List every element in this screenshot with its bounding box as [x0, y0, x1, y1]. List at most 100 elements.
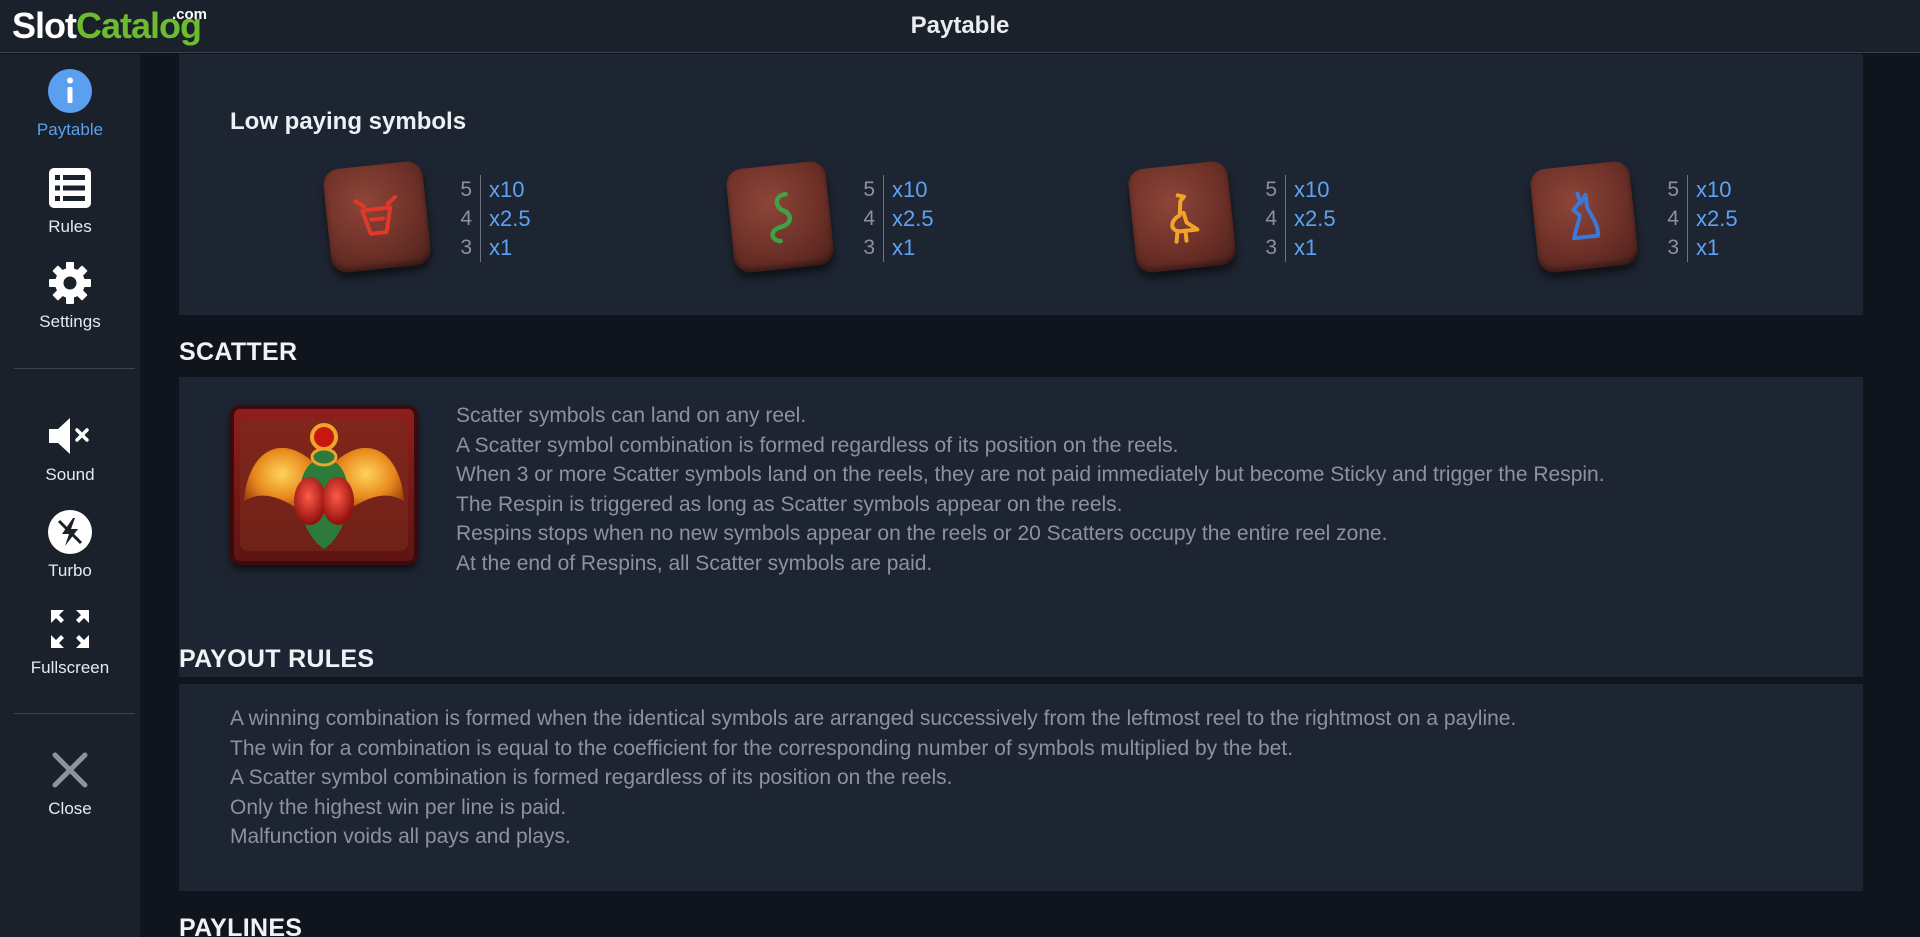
symbol-count: 5 — [460, 177, 472, 201]
symbol-paytable-entry: 5 x10 4 x2.5 3 x1 — [321, 160, 747, 275]
pay-multiplier: x2.5 — [892, 205, 934, 231]
fullscreen-icon — [47, 606, 93, 652]
pay-table: 5 x10 4 x2.5 3 x1 — [452, 175, 572, 262]
symbol-count: 5 — [863, 177, 875, 201]
pay-row: 5 x10 — [855, 175, 975, 204]
pay-row: 5 x10 — [1659, 175, 1779, 204]
scatter-text-line: Respins stops when no new symbols appear… — [456, 522, 1388, 545]
payout-rule-line: Only the highest win per line is paid. — [230, 795, 567, 819]
pay-multiplier: x1 — [892, 234, 916, 260]
symbol-count: 3 — [460, 235, 472, 259]
low-paying-title: Low paying symbols — [230, 108, 467, 135]
info-icon — [47, 68, 93, 114]
pay-row: 3 x1 — [452, 233, 572, 262]
symbol-count: 4 — [1265, 206, 1277, 230]
gear-icon — [47, 260, 93, 306]
pay-table: 5 x10 4 x2.5 3 x1 — [1659, 175, 1779, 262]
scatter-text-line: When 3 or more Scatter symbols land on t… — [456, 463, 1605, 486]
payout-rules-panel: A winning combination is formed when the… — [179, 684, 1863, 891]
sidebar-item-rules[interactable]: Rules — [0, 165, 140, 253]
scatter-text-line: The Respin is triggered as long as Scatt… — [456, 492, 1123, 516]
sidebar-divider — [14, 368, 135, 369]
snake-glyph-icon — [724, 160, 836, 274]
page-title: Paytable — [910, 12, 1010, 39]
paylines-section-title: PAYLINES — [179, 914, 303, 937]
pay-table: 5 x10 4 x2.5 3 x1 — [855, 175, 975, 262]
pay-multiplier: x2.5 — [1696, 205, 1738, 231]
paytable-window: Paytable SlotCatalog .com Paytable Rules… — [0, 0, 1920, 937]
payout-rule-line: The win for a combination is equal to th… — [230, 736, 1294, 760]
low-paying-panel: Low paying symbols 5 x10 4 x2.5 3 x1 5 x… — [179, 54, 1863, 315]
payout-rules-description: A winning combination is formed when the… — [230, 704, 1516, 852]
payout-rule-line: Malfunction voids all pays and plays. — [230, 825, 571, 848]
pay-row: 4 x2.5 — [855, 204, 975, 233]
pay-multiplier: x2.5 — [1294, 205, 1336, 231]
symbol-count: 5 — [1667, 177, 1679, 201]
symbol-paytable-entry: 5 x10 4 x2.5 3 x1 — [724, 160, 1150, 275]
pay-multiplier: x2.5 — [489, 205, 531, 231]
pay-multiplier: x10 — [1696, 176, 1732, 202]
pay-multiplier: x1 — [489, 234, 513, 260]
symbol-count: 5 — [1265, 177, 1277, 201]
payout-rules-section-title: PAYOUT RULES — [179, 645, 375, 673]
sidebar-item-label: Sound — [45, 465, 95, 484]
close-icon — [47, 747, 93, 793]
sidebar-item-fullscreen[interactable]: Fullscreen — [0, 606, 140, 694]
scarab-scatter-icon — [230, 405, 418, 565]
payout-rule-line: A Scatter symbol combination is formed r… — [230, 766, 953, 789]
scatter-description: Scatter symbols can land on any reel. A … — [456, 401, 1605, 578]
logo-slot-text: Slot — [12, 5, 77, 46]
sidebar-item-label: Close — [48, 799, 92, 818]
sidebar-item-settings[interactable]: Settings — [0, 260, 140, 348]
symbol-paytable-entry: 5 x10 4 x2.5 3 x1 — [1528, 160, 1920, 275]
symbol-count: 3 — [1265, 235, 1277, 259]
sidebar-item-label: Turbo — [48, 561, 92, 580]
sidebar-divider — [14, 713, 135, 714]
sidebar: Paytable Rules Settings Sound Turbo Full… — [0, 54, 140, 937]
jackal-glyph-icon — [1528, 160, 1640, 274]
symbol-count: 4 — [863, 206, 875, 230]
pay-multiplier: x10 — [892, 176, 928, 202]
symbol-paytable-entry: 5 x10 4 x2.5 3 x1 — [1126, 160, 1552, 275]
sidebar-item-label: Paytable — [36, 120, 104, 139]
pay-multiplier: x10 — [1294, 176, 1330, 202]
paytable-content[interactable]: Low paying symbols 5 x10 4 x2.5 3 x1 5 x… — [140, 54, 1920, 937]
ox-head-glyph-icon — [321, 160, 433, 274]
symbol-count: 3 — [863, 235, 875, 259]
scatter-text-line: At the end of Respins, all Scatter symbo… — [456, 551, 933, 575]
pay-row: 3 x1 — [855, 233, 975, 262]
slotcatalog-logo: SlotCatalog .com — [12, 5, 207, 46]
sidebar-item-paytable[interactable]: Paytable — [0, 68, 140, 156]
pay-multiplier: x1 — [1294, 234, 1318, 260]
pay-multiplier: x1 — [1696, 234, 1720, 260]
sidebar-item-label: Rules — [48, 217, 92, 236]
turbo-icon — [47, 509, 93, 555]
scatter-panel: Scatter symbols can land on any reel. A … — [179, 377, 1863, 677]
bird-glyph-icon — [1126, 160, 1238, 274]
scatter-text-line: Scatter symbols can land on any reel. — [456, 404, 807, 427]
pay-row: 4 x2.5 — [1257, 204, 1377, 233]
symbol-count: 4 — [1667, 206, 1679, 230]
pay-multiplier: x10 — [489, 176, 525, 202]
pay-row: 4 x2.5 — [1659, 204, 1779, 233]
scatter-section-title: SCATTER — [179, 338, 298, 366]
scatter-text-line: A Scatter symbol combination is formed r… — [456, 433, 1179, 457]
sidebar-item-label: Fullscreen — [30, 658, 110, 677]
symbol-count: 3 — [1667, 235, 1679, 259]
list-icon — [47, 165, 93, 211]
header-bar: Paytable — [0, 0, 1920, 53]
pay-row: 3 x1 — [1659, 233, 1779, 262]
speaker-muted-icon — [47, 413, 93, 459]
pay-row: 4 x2.5 — [452, 204, 572, 233]
sidebar-item-sound[interactable]: Sound — [0, 413, 140, 501]
symbol-count: 4 — [460, 206, 472, 230]
pay-row: 5 x10 — [452, 175, 572, 204]
sidebar-item-label: Settings — [39, 312, 101, 331]
logo-com-text: .com — [172, 6, 208, 23]
pay-table: 5 x10 4 x2.5 3 x1 — [1257, 175, 1377, 262]
sidebar-item-turbo[interactable]: Turbo — [0, 509, 140, 597]
pay-row: 3 x1 — [1257, 233, 1377, 262]
sidebar-item-close[interactable]: Close — [0, 747, 140, 835]
payout-rule-line: A winning combination is formed when the… — [230, 707, 1517, 730]
pay-row: 5 x10 — [1257, 175, 1377, 204]
